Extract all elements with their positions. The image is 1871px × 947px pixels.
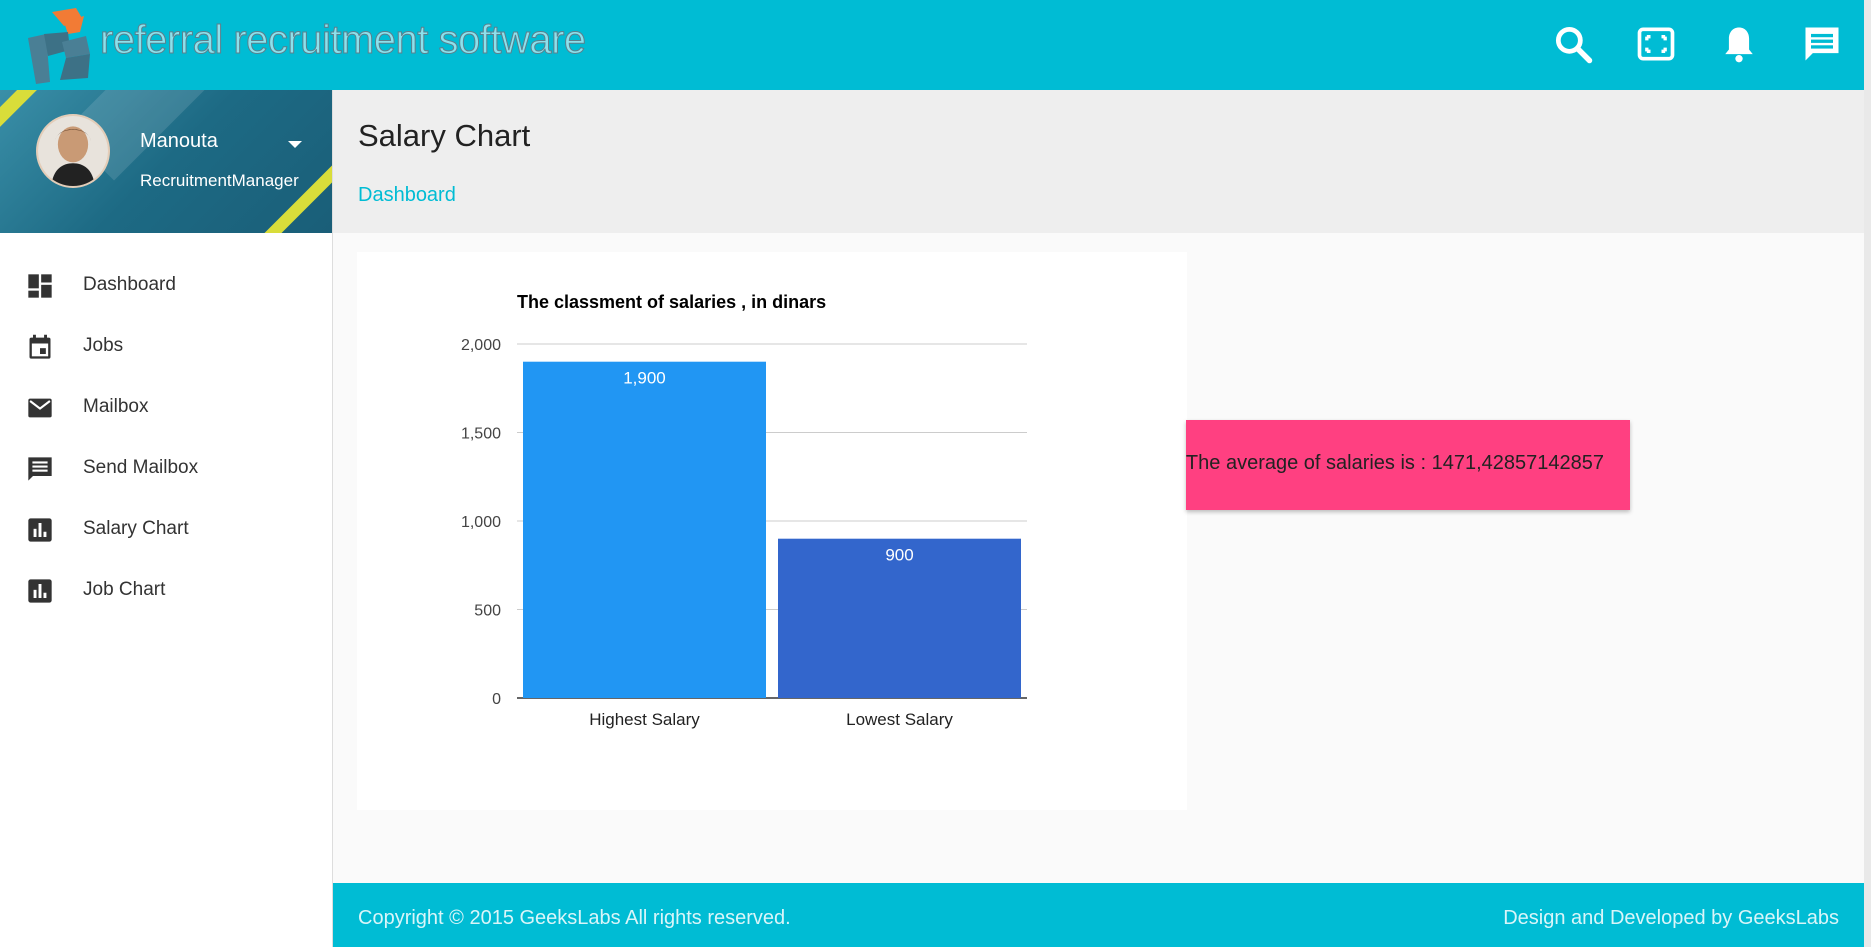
sidebar-item-job-chart[interactable]: Job Chart: [0, 565, 332, 615]
average-salary-box: The average of salaries is : 1471,428571…: [1186, 420, 1630, 510]
calendar-icon: [26, 333, 54, 361]
logo-icon[interactable]: [24, 4, 104, 86]
x-tick-label: Highest Salary: [589, 710, 700, 729]
avatar[interactable]: [36, 114, 110, 188]
sidebar-item-label: Salary Chart: [83, 518, 189, 539]
y-tick-label: 1,000: [461, 514, 501, 531]
sidebar-item-dashboard[interactable]: Dashboard: [0, 260, 332, 310]
user-profile-panel: Manouta RecruitmentManager: [0, 90, 332, 233]
chevron-down-icon[interactable]: [288, 141, 302, 148]
sidebar-item-label: Job Chart: [83, 579, 166, 600]
sidebar: Dashboard Jobs Mailbox Send Mailbox Sala…: [0, 233, 332, 947]
user-role: RecruitmentManager: [140, 171, 299, 190]
sidebar-item-label: Send Mailbox: [83, 457, 199, 478]
average-salary-text: The average of salaries is : 1471,428571…: [1186, 452, 1604, 474]
user-name: Manouta: [140, 130, 218, 152]
message-icon: [26, 455, 54, 483]
profile-stripe: [220, 106, 332, 233]
page-title: Salary Chart: [358, 118, 531, 153]
bar-chart-icon: [26, 516, 54, 544]
data-label: 1,900: [623, 369, 666, 388]
breadcrumb[interactable]: Dashboard: [358, 184, 456, 207]
sidebar-item-salary-chart[interactable]: Salary Chart: [0, 504, 332, 554]
dashboard-icon: [26, 272, 54, 300]
sidebar-item-label: Jobs: [83, 335, 124, 356]
sidebar-item-label: Dashboard: [83, 274, 176, 295]
page-header: Salary Chart Dashboard: [333, 90, 1864, 233]
mail-icon: [26, 394, 54, 422]
brand-title: referral recruitment software: [100, 18, 587, 63]
sidebar-item-label: Mailbox: [83, 396, 149, 417]
fullscreen-icon[interactable]: [1634, 22, 1678, 66]
data-label: 900: [885, 546, 913, 565]
x-tick-label: Lowest Salary: [846, 710, 953, 729]
y-tick-label: 1,500: [461, 426, 501, 443]
bar: [523, 361, 766, 698]
y-tick-label: 0: [492, 691, 501, 708]
footer-copyright: Copyright © 2015 GeeksLabs All rights re…: [358, 907, 791, 929]
chat-icon[interactable]: [1800, 22, 1844, 66]
notifications-icon[interactable]: [1717, 22, 1761, 66]
footer-credits: Design and Developed by GeeksLabs: [1503, 907, 1839, 929]
scrollbar-track[interactable]: [1864, 0, 1871, 947]
top-header: referral recruitment software: [0, 0, 1864, 90]
sidebar-item-send-mailbox[interactable]: Send Mailbox: [0, 443, 332, 493]
salary-bar-chart: The classment of salaries , in dinars 0 50…: [461, 292, 1027, 729]
search-icon[interactable]: [1551, 22, 1595, 66]
sidebar-item-jobs[interactable]: Jobs: [0, 321, 332, 371]
sidebar-item-mailbox[interactable]: Mailbox: [0, 382, 332, 432]
y-tick-label: 2,000: [461, 337, 501, 354]
bar-chart-icon: [26, 577, 54, 605]
chart-title: The classment of salaries , in dinars: [517, 292, 826, 312]
footer: Copyright © 2015 GeeksLabs All rights re…: [333, 883, 1864, 947]
y-tick-label: 500: [474, 603, 501, 620]
